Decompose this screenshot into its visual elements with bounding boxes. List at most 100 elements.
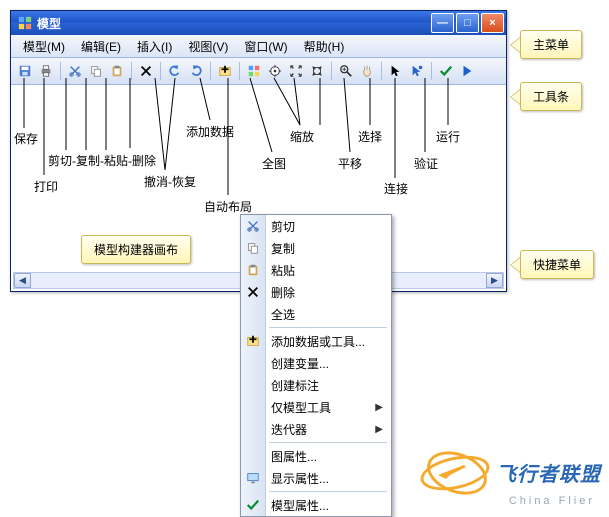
app-icon: [17, 15, 33, 31]
ctx-iterators[interactable]: 迭代器 ▶: [241, 418, 391, 440]
cut-icon: [245, 218, 261, 234]
display-icon: [245, 470, 261, 486]
ctx-model-only-tools[interactable]: 仅模型工具 ▶: [241, 396, 391, 418]
ctx-display-props[interactable]: 显示属性...: [241, 467, 391, 489]
separator: [160, 62, 161, 80]
ctx-model-props-label: 模型属性...: [271, 497, 329, 514]
label-auto-layout: 自动布局: [204, 198, 252, 215]
cut-button[interactable]: [65, 61, 85, 81]
menu-view[interactable]: 视图(V): [180, 36, 236, 57]
callout-main-menu-note: 主菜单: [520, 30, 582, 59]
delete-icon: [245, 284, 261, 300]
ctx-select-all[interactable]: 全选: [241, 303, 391, 325]
full-extent-button[interactable]: [265, 61, 285, 81]
separator: [431, 62, 432, 80]
ctx-create-label[interactable]: 创建标注: [241, 374, 391, 396]
window-title: 模型: [37, 15, 429, 32]
watermark-sub: China Flier: [509, 495, 595, 507]
ctx-model-props[interactable]: 模型属性...: [241, 494, 391, 516]
ctx-create-variable-label: 创建变量...: [271, 355, 329, 372]
zoom-out-button[interactable]: [307, 61, 327, 81]
paste-button[interactable]: [107, 61, 127, 81]
ctx-add-data-tool-label: 添加数据或工具...: [271, 333, 365, 350]
run-button[interactable]: [457, 61, 477, 81]
callout-arrow: [510, 89, 520, 105]
ctx-add-data-tool[interactable]: 添加数据或工具...: [241, 330, 391, 352]
menu-model[interactable]: 模型(M): [15, 36, 73, 57]
submenu-arrow-icon: ▶: [375, 402, 383, 413]
label-print: 打印: [34, 178, 58, 195]
toolbar: [11, 58, 506, 85]
label-cut-copy-paste-delete: 剪切-复制-粘贴-删除: [48, 152, 156, 169]
ctx-copy-label: 复制: [271, 240, 295, 257]
label-validate: 验证: [414, 155, 438, 172]
label-undo-redo: 撤消-恢复: [144, 173, 196, 190]
ctx-create-variable[interactable]: 创建变量...: [241, 352, 391, 374]
close-button[interactable]: ×: [481, 13, 504, 33]
redo-button[interactable]: [186, 61, 206, 81]
label-pan: 平移: [338, 155, 362, 172]
ctx-cut-label: 剪切: [271, 218, 295, 235]
callout-toolbar-note: 工具条: [520, 82, 582, 111]
print-button[interactable]: [36, 61, 56, 81]
maximize-button[interactable]: □: [456, 13, 479, 33]
ctx-select-all-label: 全选: [271, 306, 295, 323]
validate-button[interactable]: [436, 61, 456, 81]
separator: [239, 62, 240, 80]
menu-window[interactable]: 窗口(W): [236, 36, 295, 57]
minimize-button[interactable]: —: [431, 13, 454, 33]
pan-tool-button[interactable]: [357, 61, 377, 81]
callout-context-menu-note: 快捷菜单: [520, 250, 594, 279]
add-icon: [245, 333, 261, 349]
label-zoom: 缩放: [290, 128, 314, 145]
titlebar[interactable]: 模型 — □ ×: [11, 11, 506, 35]
ctx-iterators-label: 迭代器: [271, 421, 307, 438]
callout-main-menu: 主菜单: [510, 30, 582, 59]
undo-button[interactable]: [165, 61, 185, 81]
ctx-display-props-label: 显示属性...: [271, 470, 329, 487]
menu-insert[interactable]: 插入(I): [129, 36, 180, 57]
watermark-logo: [420, 449, 490, 495]
add-data-button[interactable]: [215, 61, 235, 81]
zoom-in-button[interactable]: [286, 61, 306, 81]
scroll-right-button[interactable]: ▶: [486, 273, 503, 288]
menubar: 模型(M) 编辑(E) 插入(I) 视图(V) 窗口(W) 帮助(H): [11, 35, 506, 58]
watermark: 飞行者联盟: [420, 449, 601, 495]
ctx-paste[interactable]: 粘贴: [241, 259, 391, 281]
watermark-brand: 飞行者联盟: [496, 458, 601, 487]
separator: [381, 62, 382, 80]
ctx-delete[interactable]: 删除: [241, 281, 391, 303]
label-run: 运行: [436, 128, 460, 145]
menu-edit[interactable]: 编辑(E): [73, 36, 129, 57]
ctx-cut[interactable]: 剪切: [241, 215, 391, 237]
paste-icon: [245, 262, 261, 278]
ctx-model-only-tools-label: 仅模型工具: [271, 399, 331, 416]
connect-tool-button[interactable]: [407, 61, 427, 81]
zoom-tool-button[interactable]: [336, 61, 356, 81]
copy-icon: [245, 240, 261, 256]
ctx-paste-label: 粘贴: [271, 262, 295, 279]
ctx-separator: [269, 491, 387, 492]
label-save: 保存: [14, 130, 38, 147]
ctx-diagram-props[interactable]: 图属性...: [241, 445, 391, 467]
label-add-data: 添加数据: [186, 123, 234, 140]
context-menu: 剪切 复制 粘贴 删除 全选 添加数据或工具... 创建变量... 创建标注: [240, 214, 392, 517]
ctx-copy[interactable]: 复制: [241, 237, 391, 259]
label-full-extent: 全图: [262, 155, 286, 172]
scroll-left-button[interactable]: ◀: [14, 273, 31, 288]
ctx-separator: [269, 327, 387, 328]
submenu-arrow-icon: ▶: [375, 424, 383, 435]
check-icon: [245, 497, 261, 513]
callout-toolbar: 工具条: [510, 82, 582, 111]
callout-arrow: [510, 257, 520, 273]
auto-layout-button[interactable]: [244, 61, 264, 81]
callout-context-menu: 快捷菜单: [510, 250, 594, 279]
menu-help[interactable]: 帮助(H): [296, 36, 353, 57]
separator: [60, 62, 61, 80]
delete-button[interactable]: [136, 61, 156, 81]
select-tool-button[interactable]: [386, 61, 406, 81]
save-button[interactable]: [15, 61, 35, 81]
separator: [131, 62, 132, 80]
canvas-note: 模型构建器画布: [81, 235, 191, 264]
copy-button[interactable]: [86, 61, 106, 81]
